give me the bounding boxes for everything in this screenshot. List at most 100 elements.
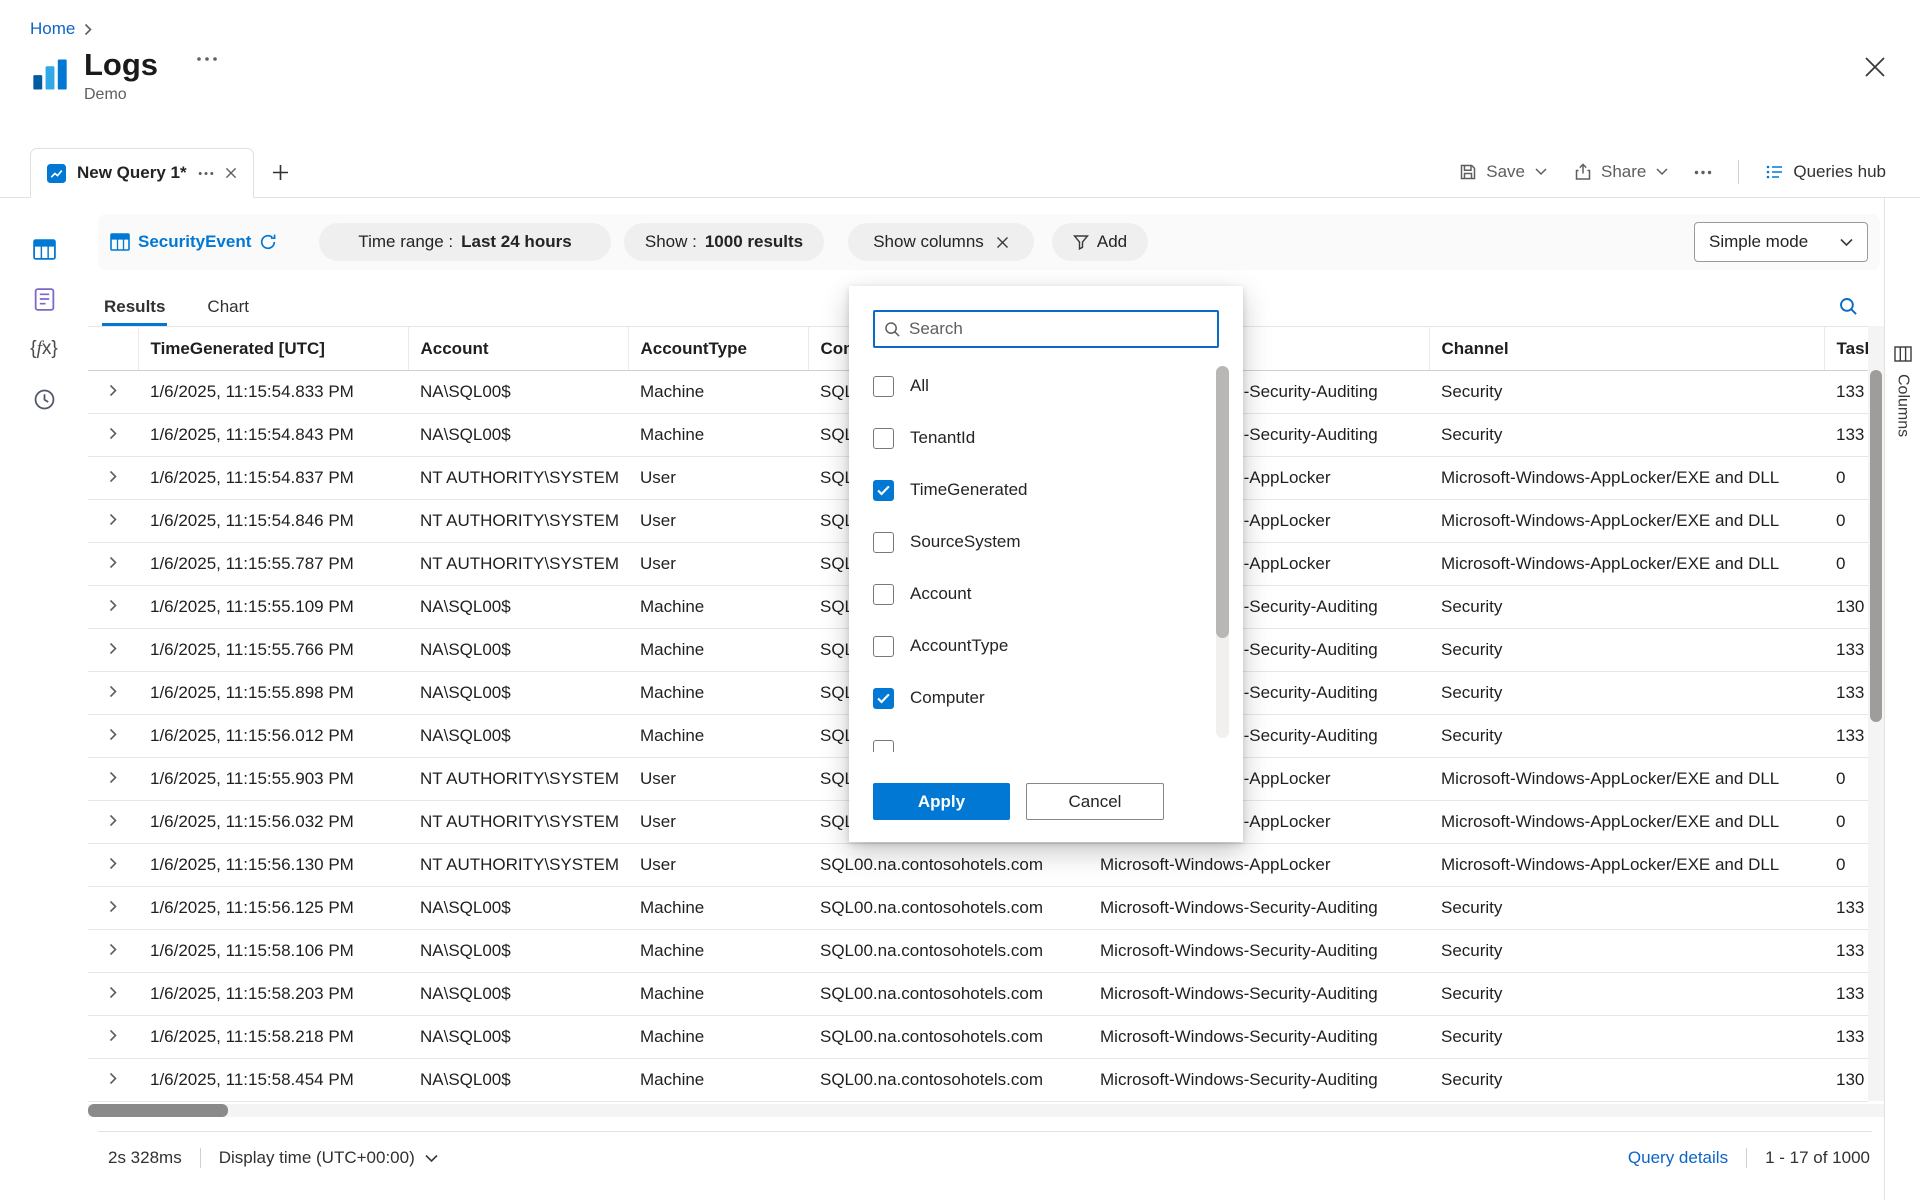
tab-chart[interactable]: Chart	[205, 289, 251, 326]
cell-timegenerated: 1/6/2025, 11:15:58.218 PM	[138, 1016, 408, 1059]
column-option[interactable]: SourceSystem	[873, 516, 1201, 568]
cell-account: NT AUTHORITY\SYSTEM	[408, 500, 628, 543]
cell-channel: Security	[1429, 1016, 1824, 1059]
column-option[interactable]: Computer	[873, 672, 1201, 724]
checkbox-checked-icon[interactable]	[873, 688, 894, 709]
row-expand-icon[interactable]	[109, 427, 117, 440]
checkbox-checked-icon[interactable]	[873, 480, 894, 501]
row-expand-icon[interactable]	[109, 857, 117, 870]
table-name[interactable]: SecurityEvent	[138, 232, 251, 252]
row-expand-icon[interactable]	[109, 556, 117, 569]
table-row[interactable]: 1/6/2025, 11:15:58.454 PMNA\SQL00$Machin…	[88, 1059, 1868, 1102]
row-expand-icon[interactable]	[109, 728, 117, 741]
checkbox-icon[interactable]	[873, 636, 894, 657]
mode-dropdown[interactable]: Simple mode	[1694, 222, 1868, 262]
cell-account: NA\SQL00$	[408, 715, 628, 758]
column-option[interactable]	[873, 724, 1201, 752]
column-option[interactable]: AccountType	[873, 620, 1201, 672]
row-expand-icon[interactable]	[109, 513, 117, 526]
table-row[interactable]: 1/6/2025, 11:15:56.125 PMNA\SQL00$Machin…	[88, 887, 1868, 930]
tables-icon[interactable]	[32, 236, 57, 262]
header-accounttype[interactable]: AccountType	[628, 327, 808, 371]
checkbox-icon[interactable]	[873, 428, 894, 449]
tab-more-options-icon[interactable]	[198, 171, 214, 176]
checkbox-icon[interactable]	[873, 584, 894, 605]
search-results-icon[interactable]	[1839, 297, 1858, 326]
row-expand-icon[interactable]	[109, 384, 117, 397]
table-row[interactable]: 1/6/2025, 11:15:56.130 PMNT AUTHORITY\SY…	[88, 844, 1868, 887]
query-details-link[interactable]: Query details	[1628, 1148, 1728, 1168]
show-results-pill[interactable]: Show : 1000 results	[624, 223, 824, 261]
column-option[interactable]: All	[873, 360, 1201, 412]
share-button[interactable]: Share	[1573, 162, 1668, 182]
cell-task: 133	[1824, 371, 1868, 414]
more-options-icon[interactable]	[196, 56, 218, 62]
header-timegenerated[interactable]: TimeGenerated [UTC]	[138, 327, 408, 371]
more-commands-icon[interactable]	[1694, 170, 1712, 175]
flyout-scrollbar[interactable]	[1216, 366, 1229, 738]
column-search-box[interactable]	[873, 310, 1219, 348]
queries-hub-button[interactable]: Queries hub	[1765, 162, 1886, 182]
queries-icon[interactable]	[32, 286, 57, 312]
selected-table-chip[interactable]: SecurityEvent	[110, 232, 305, 252]
cell-task: 133	[1824, 887, 1868, 930]
time-range-pill[interactable]: Time range : Last 24 hours	[319, 223, 611, 261]
dismiss-show-columns-icon[interactable]	[996, 236, 1009, 249]
column-option[interactable]: TimeGenerated	[873, 464, 1201, 516]
row-expand-icon[interactable]	[109, 900, 117, 913]
apply-button[interactable]: Apply	[873, 783, 1010, 820]
row-expand-icon[interactable]	[109, 685, 117, 698]
cell-account-type: Machine	[628, 887, 808, 930]
show-columns-pill[interactable]: Show columns	[848, 223, 1034, 261]
row-expand-icon[interactable]	[109, 470, 117, 483]
workspace-name: Demo	[84, 86, 218, 104]
header-channel[interactable]: Channel	[1429, 327, 1824, 371]
row-expand-icon[interactable]	[109, 599, 117, 612]
column-option[interactable]: TenantId	[873, 412, 1201, 464]
cell-activity: Microsoft-Windows-Security-Auditing	[1088, 887, 1429, 930]
refresh-icon[interactable]	[259, 233, 277, 251]
column-search-input[interactable]	[909, 319, 1208, 339]
page-title: Logs	[84, 46, 158, 84]
row-expand-icon[interactable]	[109, 642, 117, 655]
cell-account-type: Machine	[628, 629, 808, 672]
column-option-label: SourceSystem	[910, 532, 1021, 552]
cancel-button[interactable]: Cancel	[1026, 783, 1164, 820]
tab-close-icon[interactable]	[225, 167, 237, 179]
row-expand-icon[interactable]	[109, 986, 117, 999]
header-task[interactable]: Task	[1824, 327, 1868, 371]
row-expand-icon[interactable]	[109, 814, 117, 827]
table-row[interactable]: 1/6/2025, 11:15:58.106 PMNA\SQL00$Machin…	[88, 930, 1868, 973]
row-expand-icon[interactable]	[109, 1029, 117, 1042]
close-icon[interactable]	[1864, 56, 1886, 78]
horizontal-scrollbar[interactable]	[88, 1104, 1884, 1117]
chevron-down-icon	[1535, 168, 1547, 176]
columns-panel-icon[interactable]	[1894, 346, 1912, 362]
cell-account: NA\SQL00$	[408, 672, 628, 715]
checkbox-icon[interactable]	[873, 376, 894, 397]
save-button[interactable]: Save	[1458, 162, 1547, 182]
flyout-scrollbar-thumb[interactable]	[1216, 366, 1229, 638]
breadcrumb-home-link[interactable]: Home	[30, 19, 75, 39]
new-tab-button[interactable]	[254, 147, 307, 197]
table-row[interactable]: 1/6/2025, 11:15:58.203 PMNA\SQL00$Machin…	[88, 973, 1868, 1016]
checkbox-icon[interactable]	[873, 740, 894, 753]
horizontal-scrollbar-thumb[interactable]	[88, 1104, 228, 1117]
row-expand-icon[interactable]	[109, 771, 117, 784]
row-expand-icon[interactable]	[109, 1072, 117, 1085]
time-range-value: Last 24 hours	[461, 232, 572, 252]
tab-new-query-1[interactable]: New Query 1*	[30, 148, 254, 198]
column-option[interactable]: Account	[873, 568, 1201, 620]
header-account[interactable]: Account	[408, 327, 628, 371]
functions-icon[interactable]: {fx}	[30, 336, 58, 362]
row-expand-icon[interactable]	[109, 943, 117, 956]
checkbox-icon[interactable]	[873, 532, 894, 553]
tab-results[interactable]: Results	[102, 289, 167, 326]
query-history-icon[interactable]	[32, 386, 57, 412]
table-row[interactable]: 1/6/2025, 11:15:58.218 PMNA\SQL00$Machin…	[88, 1016, 1868, 1059]
add-filter-pill[interactable]: Add	[1052, 223, 1148, 261]
vertical-scrollbar[interactable]	[1868, 326, 1884, 1101]
vertical-scrollbar-thumb[interactable]	[1870, 370, 1882, 722]
display-time-dropdown[interactable]: Display time (UTC+00:00)	[219, 1148, 438, 1168]
columns-panel-tab[interactable]: Columns	[1894, 374, 1912, 437]
